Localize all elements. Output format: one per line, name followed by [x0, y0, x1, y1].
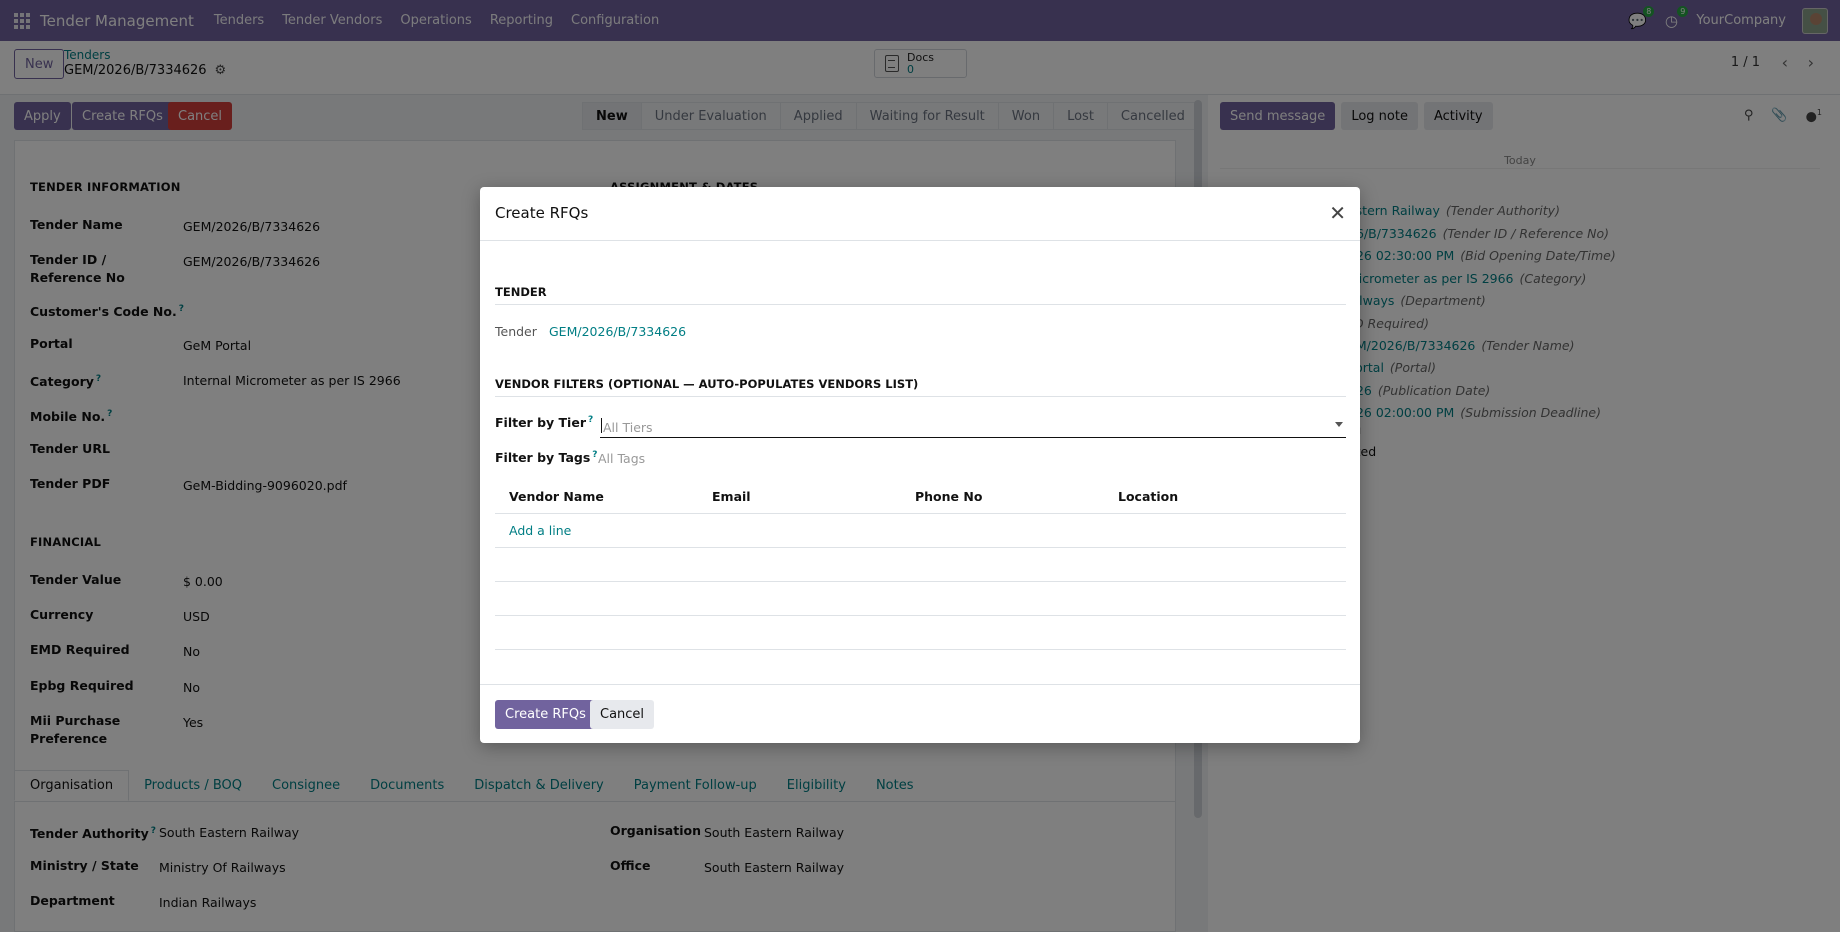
table-header: Vendor Name Email Phone No Location	[495, 479, 1346, 514]
tender-link[interactable]: GEM/2026/B/7334626	[549, 324, 686, 339]
create-rfqs-dialog: Create RFQs ✕ TENDER Tender GEM/2026/B/7…	[480, 187, 1360, 743]
column-vendor-name[interactable]: Vendor Name	[495, 489, 698, 504]
vendors-table: Vendor Name Email Phone No Location Add …	[495, 479, 1346, 650]
filter-tier-select[interactable]: All Tiers	[600, 416, 1346, 438]
dialog-title: Create RFQs	[495, 204, 589, 222]
close-icon[interactable]: ✕	[1329, 203, 1346, 223]
filter-tags-input[interactable]: All Tags	[598, 451, 645, 466]
column-email[interactable]: Email	[698, 489, 901, 504]
table-row	[495, 548, 1346, 582]
create-rfqs-submit-button[interactable]: Create RFQs	[495, 700, 596, 729]
table-row: Add a line	[495, 514, 1346, 548]
table-row	[495, 582, 1346, 616]
section-tender: TENDER	[495, 285, 1346, 305]
section-vendor-filters: VENDOR FILTERS (OPTIONAL — AUTO-POPULATE…	[495, 377, 1346, 397]
column-location[interactable]: Location	[1104, 489, 1307, 504]
filter-tier-label: Filter by Tier?	[495, 415, 594, 431]
table-row	[495, 616, 1346, 650]
text-caret	[601, 418, 602, 433]
chevron-down-icon[interactable]	[1335, 422, 1343, 427]
column-phone-no[interactable]: Phone No	[901, 489, 1104, 504]
filter-tier-placeholder: All Tiers	[603, 420, 653, 435]
tender-label: Tender	[495, 324, 537, 339]
cancel-button[interactable]: Cancel	[590, 700, 655, 729]
add-line-link[interactable]: Add a line	[509, 523, 571, 538]
divider	[480, 240, 1360, 241]
filter-tags-label: Filter by Tags?	[495, 450, 598, 466]
divider	[480, 684, 1360, 685]
